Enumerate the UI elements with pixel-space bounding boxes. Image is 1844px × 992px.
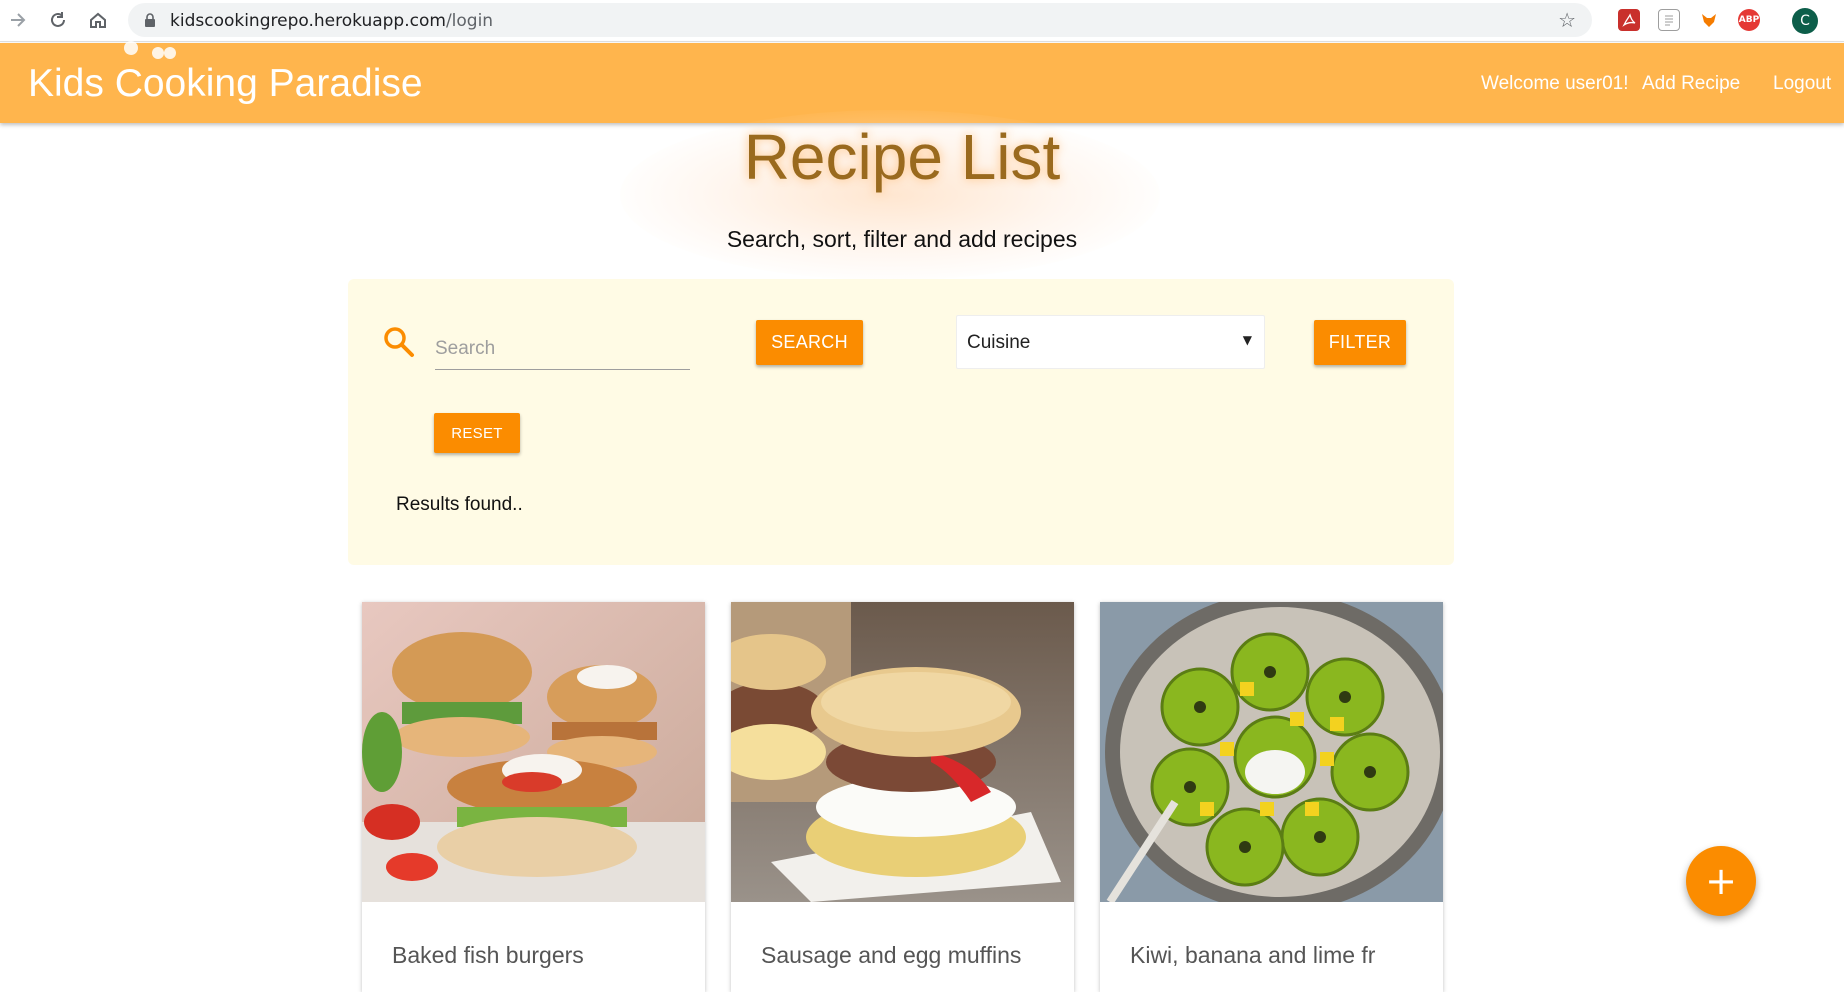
url-text[interactable]: kidscookingrepo.herokuapp.com/login <box>170 11 493 31</box>
lock-icon <box>145 13 155 27</box>
results-text: Results found.. <box>396 494 523 515</box>
profile-avatar[interactable]: C <box>1792 8 1818 34</box>
bookmark-star-icon[interactable]: ☆ <box>1558 8 1576 32</box>
fish-burger-photo[interactable] <box>362 602 705 902</box>
filter-button[interactable]: FILTER <box>1314 320 1406 365</box>
recipe-name[interactable]: Sausage and egg muffins <box>761 942 1021 969</box>
recipe-name[interactable]: Baked fish burgers <box>392 942 584 969</box>
add-recipe-link[interactable]: Add Recipe <box>1642 73 1740 95</box>
recipe-card[interactable]: Sausage and egg muffins <box>731 602 1074 992</box>
sausage-egg-muffin-photo[interactable] <box>731 602 1074 902</box>
cuisine-select[interactable]: Cuisine ▼ <box>956 315 1265 369</box>
page-title: Recipe List <box>743 121 1061 193</box>
adblock-extension-icon[interactable]: ABP <box>1738 9 1760 31</box>
search-button[interactable]: SEARCH <box>756 320 863 365</box>
home-icon[interactable] <box>86 8 110 32</box>
cuisine-select-value: Cuisine <box>967 332 1031 353</box>
search-input[interactable] <box>435 324 690 370</box>
kiwi-salad-photo[interactable] <box>1100 602 1443 902</box>
brand-logo[interactable]: Kids Cooking Paradise <box>28 62 423 106</box>
chevron-down-icon: ▼ <box>1242 333 1252 347</box>
browser-toolbar: kidscookingrepo.herokuapp.com/login ☆ AB… <box>0 0 1844 42</box>
logout-link[interactable]: Logout <box>1773 73 1831 95</box>
fox-extension-icon[interactable] <box>1698 9 1720 31</box>
add-recipe-fab[interactable]: + <box>1686 846 1756 916</box>
pdf-extension-icon[interactable] <box>1618 9 1640 31</box>
forward-arrow-icon[interactable] <box>6 8 30 32</box>
reload-icon[interactable] <box>46 8 70 32</box>
welcome-text: Welcome user01! <box>1481 73 1629 94</box>
address-bar[interactable]: kidscookingrepo.herokuapp.com/login ☆ <box>128 3 1592 37</box>
recipe-name[interactable]: Kiwi, banana and lime fr <box>1130 942 1375 969</box>
page-subtitle: Search, sort, filter and add recipes <box>726 226 1078 252</box>
recipe-card[interactable]: Baked fish burgers <box>362 602 705 992</box>
plus-icon: + <box>1705 859 1737 903</box>
recipe-card[interactable]: Kiwi, banana and lime fr <box>1100 602 1443 992</box>
reset-button[interactable]: RESET <box>434 413 520 453</box>
search-icon <box>384 327 414 357</box>
document-extension-icon[interactable] <box>1658 9 1680 31</box>
